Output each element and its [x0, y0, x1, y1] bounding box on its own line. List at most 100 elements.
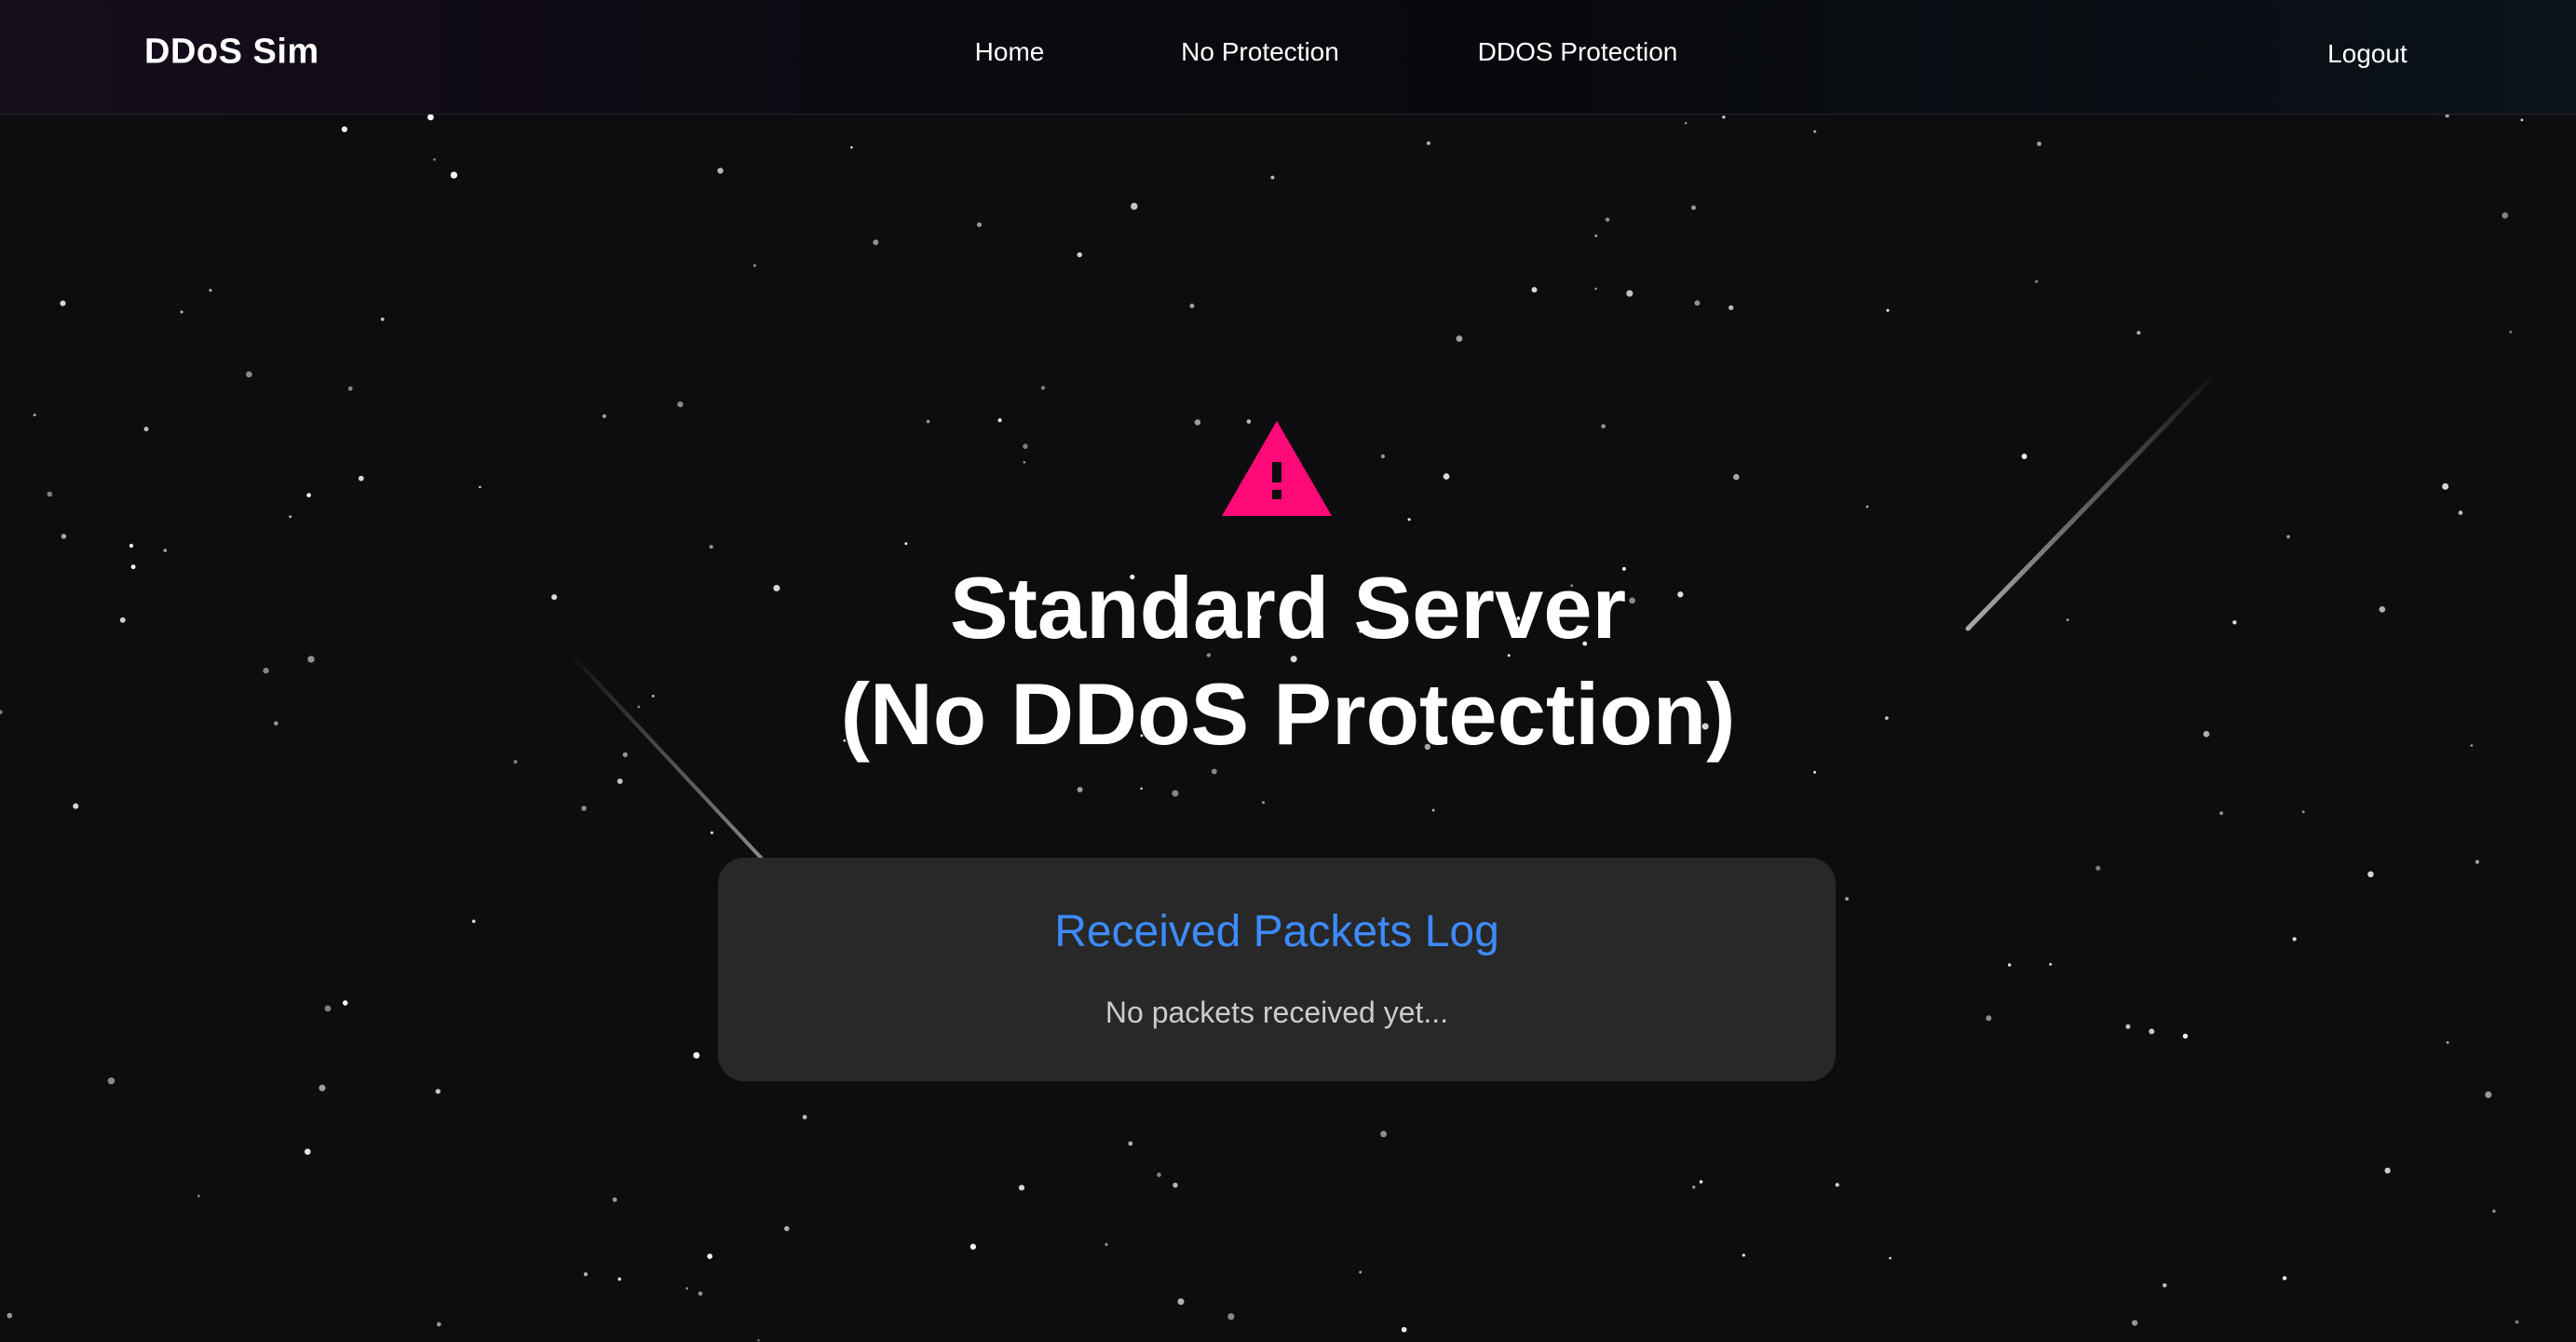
- star: [1531, 287, 1538, 293]
- star: [2136, 331, 2141, 335]
- star: [1077, 786, 1083, 793]
- star: [1733, 473, 1740, 481]
- star: [2367, 871, 2374, 878]
- star: [850, 145, 853, 149]
- page-title-line-2: (No DDoS Protection): [840, 665, 1736, 763]
- star: [1177, 1298, 1185, 1306]
- star: [324, 1005, 332, 1012]
- star: [2037, 141, 2042, 146]
- star: [2292, 937, 2297, 942]
- star: [2286, 535, 2290, 539]
- star: [1626, 290, 1634, 297]
- star: [1722, 115, 1726, 119]
- star: [2125, 1023, 2131, 1029]
- star: [143, 427, 149, 432]
- star: [2162, 1282, 2167, 1288]
- star: [1211, 768, 1217, 775]
- star: [1691, 1186, 1696, 1189]
- star: [1865, 505, 1869, 508]
- star: [2035, 279, 2039, 283]
- star: [2509, 330, 2513, 333]
- star: [1742, 1254, 1745, 1257]
- star: [479, 485, 481, 489]
- star: [1380, 454, 1385, 459]
- star: [1173, 1182, 1178, 1188]
- star: [757, 1338, 760, 1342]
- star: [289, 515, 292, 519]
- star: [677, 401, 684, 408]
- star: [1813, 770, 1817, 774]
- star: [7, 1312, 13, 1319]
- star: [1443, 473, 1450, 480]
- star: [163, 549, 168, 552]
- nav-link-ddos-protection[interactable]: DDOS Protection: [1478, 37, 1678, 67]
- star: [1262, 801, 1265, 805]
- top-navbar: DDoS Sim Home No Protection DDOS Protect…: [0, 0, 2576, 115]
- star: [180, 310, 183, 314]
- star: [2474, 860, 2480, 864]
- star: [2182, 1033, 2189, 1039]
- star: [1157, 1173, 1161, 1177]
- star: [709, 545, 713, 549]
- star: [1040, 386, 1046, 390]
- star: [1105, 1242, 1108, 1246]
- star: [926, 419, 930, 424]
- star: [1986, 1015, 1992, 1022]
- nav-link-home[interactable]: Home: [975, 37, 1045, 67]
- star: [60, 300, 66, 306]
- star: [1128, 1141, 1133, 1146]
- packets-log-heading: Received Packets Log: [1054, 907, 1499, 956]
- star: [1691, 205, 1696, 210]
- star: [707, 1254, 712, 1259]
- star: [1407, 518, 1411, 522]
- star: [471, 919, 476, 924]
- star: [1189, 304, 1195, 308]
- star: [976, 222, 983, 227]
- star: [2442, 482, 2449, 490]
- page: DDoS Sim Home No Protection DDOS Protect…: [0, 0, 2576, 1342]
- star: [617, 778, 623, 784]
- star: [1023, 461, 1026, 464]
- star: [1729, 305, 1734, 311]
- star: [717, 168, 724, 174]
- star: [969, 1243, 977, 1250]
- logout-link[interactable]: Logout: [2327, 39, 2407, 69]
- brand-logo[interactable]: DDoS Sim: [144, 33, 319, 73]
- star: [752, 264, 756, 267]
- star: [341, 126, 348, 132]
- star: [358, 475, 364, 481]
- star: [2384, 1167, 2391, 1174]
- star: [306, 493, 311, 498]
- star: [1594, 287, 1597, 291]
- star: [2095, 865, 2101, 871]
- star: [1886, 308, 1890, 312]
- star: [612, 1197, 617, 1202]
- star: [1270, 175, 1275, 180]
- star: [802, 1115, 807, 1119]
- star: [1401, 1326, 1407, 1333]
- star: [1684, 121, 1688, 125]
- star: [710, 831, 713, 834]
- star: [1699, 1180, 1703, 1184]
- star: [342, 1000, 348, 1006]
- star: [129, 543, 134, 549]
- star: [197, 1194, 200, 1198]
- star: [2149, 1028, 2155, 1035]
- star: [2007, 963, 2012, 967]
- star: [427, 114, 434, 121]
- star: [602, 413, 607, 419]
- star: [61, 534, 67, 539]
- nav-link-no-protection[interactable]: No Protection: [1181, 37, 1339, 67]
- star: [347, 386, 353, 391]
- star: [2219, 811, 2224, 816]
- star: [1594, 234, 1598, 237]
- star: [47, 491, 53, 497]
- star: [1694, 300, 1701, 306]
- star: [1426, 141, 1430, 145]
- page-title: Standard Server (No DDoS Protection): [0, 555, 2576, 767]
- star: [2458, 510, 2463, 515]
- star: [2492, 1209, 2496, 1213]
- star: [436, 1322, 441, 1327]
- star: [1889, 1256, 1891, 1260]
- star: [1605, 217, 1610, 223]
